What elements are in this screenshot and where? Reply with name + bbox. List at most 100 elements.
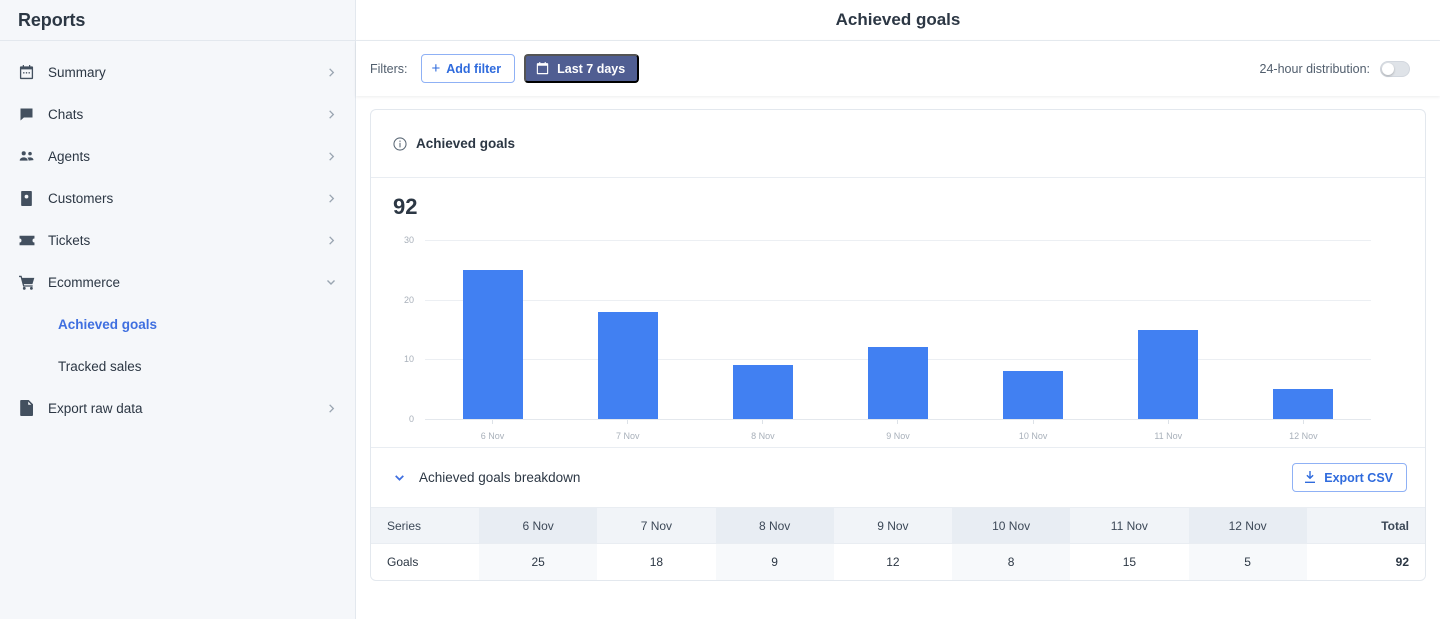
date-range-label: Last 7 days (557, 61, 626, 76)
x-axis-tick-mark (1032, 420, 1034, 424)
bar-chart: 0 10 20 30 6 Nov 7 Nov 8 Nov 9 Nov 10 Nov 11 Nov… (371, 232, 1397, 447)
card-header: Achieved goals (371, 110, 1425, 178)
ticket-icon (18, 232, 35, 249)
table-column-header: 7 Nov (597, 507, 716, 544)
chevron-right-icon (325, 234, 337, 246)
sidebar-item-label: Tickets (48, 232, 91, 248)
sidebar-subitem-label: Tracked sales (58, 358, 142, 374)
x-axis-tick-mark (762, 420, 764, 424)
y-axis-tick-label: 0 (408, 414, 414, 424)
chevron-right-icon (325, 150, 337, 162)
info-circle-icon[interactable] (393, 136, 407, 151)
chart-bar[interactable] (1003, 371, 1064, 419)
chart-bar[interactable] (867, 347, 928, 419)
table-column-header: 10 Nov (952, 507, 1071, 544)
table-column-header: 12 Nov (1188, 507, 1307, 544)
chart-section: 92 0 10 20 30 6 Nov 7 Nov 8 Nov 9 Nov 10 Nov 11 … (371, 178, 1425, 447)
sidebar-item-label: Summary (48, 64, 106, 80)
sidebar-subitem-achieved-goals[interactable]: Achieved goals (0, 303, 355, 345)
x-axis-tick-mark (897, 420, 899, 424)
bar-slot: 8 Nov (695, 240, 830, 441)
sidebar-item-chats[interactable]: Chats (0, 93, 355, 135)
sidebar-subitem-label: Achieved goals (58, 316, 158, 332)
bar-slot: 12 Nov (1236, 240, 1371, 441)
sidebar-item-customers[interactable]: Customers (0, 177, 355, 219)
add-filter-button[interactable]: + Add filter (420, 54, 516, 83)
table-column-header: Total (1306, 507, 1425, 544)
filter-toolbar: Filters: + Add filter Last 7 days 24-hou… (356, 41, 1440, 96)
bar-slot: 11 Nov (1101, 240, 1236, 441)
table-column-header: 9 Nov (833, 507, 952, 544)
date-range-button[interactable]: Last 7 days (524, 54, 640, 83)
sidebar-item-export-raw-data[interactable]: Export raw data (0, 387, 355, 429)
chart-total-value: 92 (393, 194, 418, 219)
sidebar-item-label: Export raw data (48, 400, 143, 416)
x-axis-tick-mark (1302, 420, 1304, 424)
table-column-header: 11 Nov (1070, 507, 1189, 544)
table-cell-value: 8 (952, 543, 1071, 580)
sidebar-item-ecommerce[interactable]: Ecommerce (0, 261, 355, 303)
chart-bar[interactable] (1273, 389, 1334, 419)
toggle-knob (1382, 62, 1394, 75)
x-axis-tick-label: 9 Nov (886, 431, 910, 441)
export-csv-button[interactable]: Export CSV (1292, 463, 1407, 492)
shopping-cart-icon (18, 274, 35, 291)
table-cell-value: 9 (715, 543, 834, 580)
sidebar-item-label: Customers (48, 190, 114, 206)
plus-icon: + (431, 60, 441, 77)
x-axis-tick-label: 6 Nov (480, 431, 505, 441)
chart-bar[interactable] (597, 311, 658, 419)
app-root: Reports Summary Chats Agents Customers T… (0, 0, 1440, 619)
export-csv-label: Export CSV (1324, 470, 1393, 485)
chevron-down-icon[interactable] (393, 471, 406, 484)
sidebar-item-label: Ecommerce (48, 274, 121, 290)
chart-bars: 6 Nov 7 Nov 8 Nov 9 Nov 10 Nov 11 Nov 12 Nov (425, 240, 1371, 441)
x-axis-tick-mark (492, 420, 494, 424)
24-hour-distribution-toggle[interactable] (1380, 60, 1410, 77)
table-column-header: 8 Nov (715, 507, 834, 544)
chevron-down-icon (325, 276, 337, 288)
bar-slot: 7 Nov (560, 240, 695, 441)
table-cell-value: 12 (833, 543, 952, 580)
chevron-right-icon (325, 66, 337, 78)
table-cell-value: 15 (1070, 543, 1189, 580)
achieved-goals-card: Achieved goals 92 0 10 20 30 6 Nov 7 Nov 8 No… (370, 109, 1426, 581)
sidebar-item-summary[interactable]: Summary (0, 51, 355, 93)
chart-bar[interactable] (1138, 329, 1199, 419)
sidebar-item-agents[interactable]: Agents (0, 135, 355, 177)
table-body: Goals 25 18 9 12 8 15 5 92 (371, 543, 1425, 580)
breakdown-title: Achieved goals breakdown (419, 470, 581, 485)
chevron-right-icon (325, 108, 337, 120)
table-cell-series: Goals (371, 543, 479, 580)
chart-bar[interactable] (732, 365, 793, 419)
bar-slot: 9 Nov (830, 240, 965, 441)
table-head: Series 6 Nov 7 Nov 8 Nov 9 Nov 10 Nov 11 Nov 12… (371, 507, 1425, 544)
x-axis-tick-label: 7 Nov (615, 431, 640, 441)
y-axis-tick-label: 20 (403, 294, 414, 305)
chart-bar[interactable] (462, 269, 523, 419)
sidebar-item-label: Agents (48, 148, 91, 164)
x-axis-tick-label: 8 Nov (751, 431, 775, 441)
table-column-header: 6 Nov (479, 507, 598, 544)
main-content: Achieved goals Filters: + Add filter Las… (356, 0, 1440, 619)
table-cell-total: 92 (1306, 543, 1425, 580)
table-cell-value: 25 (479, 543, 598, 580)
sidebar-item-tickets[interactable]: Tickets (0, 219, 355, 261)
breakdown-table: Series 6 Nov 7 Nov 8 Nov 9 Nov 10 Nov 11 Nov 12… (371, 507, 1425, 580)
x-axis-tick-mark (1167, 420, 1169, 424)
distribution-label: 24-hour distribution: (1259, 61, 1370, 76)
x-axis-tick-mark (627, 420, 629, 424)
distribution-toggle-group: 24-hour distribution: (1259, 60, 1410, 77)
calendar-icon (536, 62, 549, 75)
sidebar-item-label: Chats (48, 106, 84, 122)
filters-label: Filters: (370, 61, 408, 76)
sidebar-nav: Summary Chats Agents Customers Tickets E… (0, 41, 355, 429)
y-axis-tick-label: 10 (403, 354, 414, 365)
sidebar-subitem-tracked-sales[interactable]: Tracked sales (0, 345, 355, 387)
add-filter-label: Add filter (446, 61, 502, 76)
y-axis-tick-label: 30 (403, 235, 414, 245)
chat-bubble-icon (18, 106, 35, 123)
sidebar-title: Reports (18, 9, 86, 30)
x-axis-tick-label: 11 Nov (1154, 431, 1183, 441)
x-axis-tick-label: 12 Nov (1289, 431, 1318, 441)
